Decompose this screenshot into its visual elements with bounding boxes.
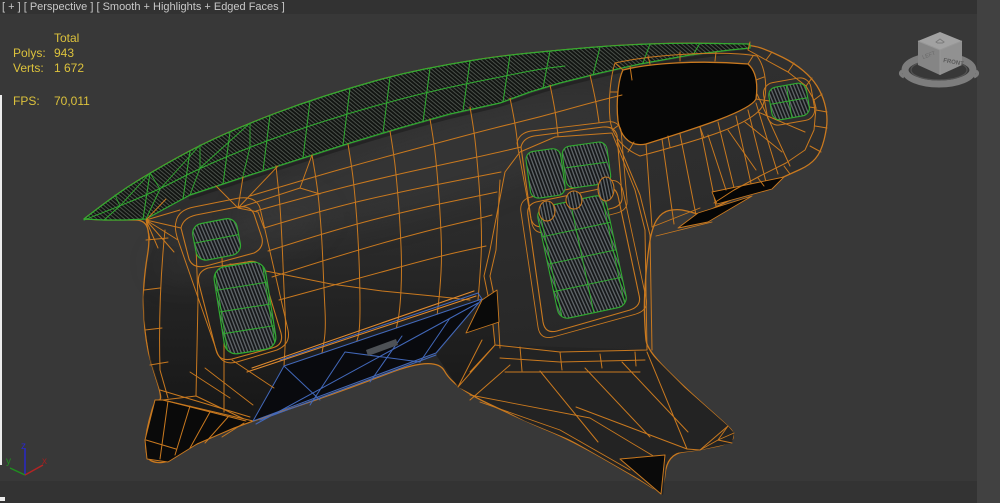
svg-text:z: z — [21, 441, 26, 452]
svg-text:y: y — [6, 456, 11, 467]
svg-text:x: x — [42, 456, 47, 467]
